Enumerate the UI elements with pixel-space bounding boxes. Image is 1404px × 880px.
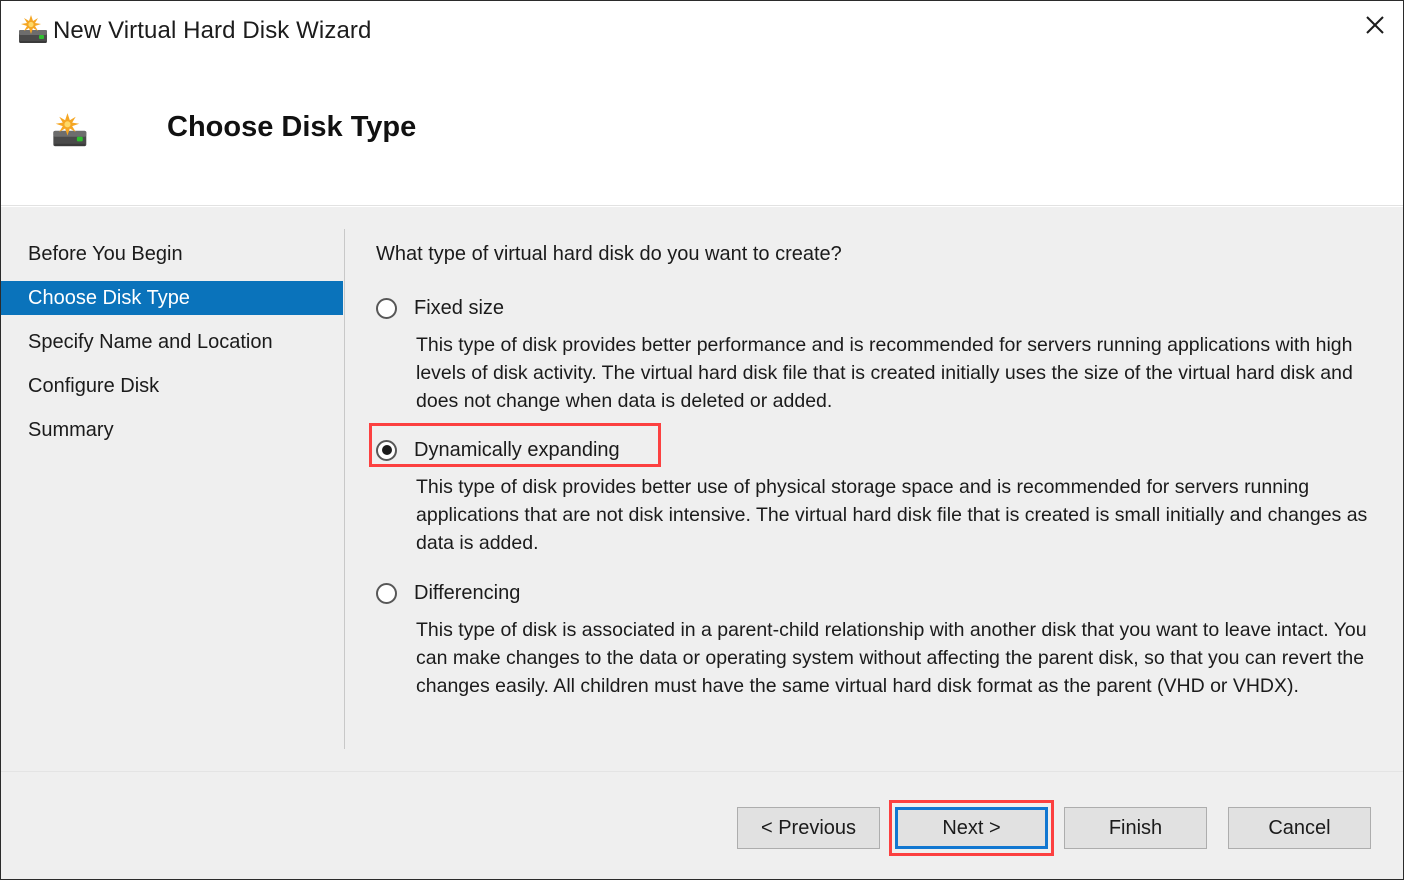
sidebar-item-summary[interactable]: Summary	[1, 413, 343, 447]
content-question: What type of virtual hard disk do you wa…	[376, 243, 842, 265]
window-title: New Virtual Hard Disk Wizard	[53, 17, 372, 44]
title-bar: New Virtual Hard Disk Wizard	[1, 1, 1403, 63]
wizard-header: Choose Disk Type	[1, 63, 1403, 206]
option-dynamically-expanding[interactable]: Dynamically expanding This type of disk …	[376, 435, 1368, 557]
finish-button[interactable]: Finish	[1064, 807, 1207, 849]
sidebar-item-label: Specify Name and Location	[28, 330, 273, 353]
sidebar-item-choose-disk-type[interactable]: Choose Disk Type	[1, 281, 343, 315]
option-label: Fixed size	[414, 296, 505, 319]
option-fixed-size[interactable]: Fixed size This type of disk provides be…	[376, 293, 1368, 415]
wizard-steps-sidebar: Before You Begin Choose Disk Type Specif…	[1, 207, 344, 771]
option-label: Differencing	[414, 581, 521, 604]
close-icon[interactable]	[1347, 1, 1403, 49]
option-row[interactable]: Differencing	[376, 578, 1368, 608]
sidebar-item-configure-disk[interactable]: Configure Disk	[1, 369, 343, 403]
sidebar-item-label: Before You Begin	[28, 242, 183, 265]
previous-button[interactable]: < Previous	[737, 807, 880, 849]
option-differencing[interactable]: Differencing This type of disk is associ…	[376, 578, 1368, 700]
sidebar-item-label: Choose Disk Type	[28, 286, 190, 309]
sidebar-divider	[344, 229, 345, 749]
sidebar-item-specify-name-and-location[interactable]: Specify Name and Location	[1, 325, 343, 359]
option-description: This type of disk provides better use of…	[416, 476, 1368, 554]
virtual-hard-disk-icon	[17, 15, 51, 47]
radio-dynamically-expanding[interactable]	[376, 439, 397, 461]
sidebar-item-label: Summary	[28, 418, 114, 441]
page-title: Choose Disk Type	[167, 111, 417, 143]
option-description: This type of disk provides better perfor…	[416, 334, 1353, 412]
sidebar-item-before-you-begin[interactable]: Before You Begin	[1, 237, 343, 271]
next-button[interactable]: Next >	[895, 807, 1048, 849]
option-description: This type of disk is associated in a par…	[416, 619, 1367, 697]
wizard-body: Before You Begin Choose Disk Type Specif…	[1, 207, 1403, 771]
cancel-button[interactable]: Cancel	[1228, 807, 1371, 849]
wizard-window: New Virtual Hard Disk Wizard Choose Disk…	[0, 0, 1404, 880]
virtual-hard-disk-icon	[51, 113, 91, 151]
option-label: Dynamically expanding	[414, 438, 620, 461]
radio-fixed-size[interactable]	[376, 297, 397, 319]
radio-differencing[interactable]	[376, 582, 397, 604]
option-row[interactable]: Dynamically expanding	[376, 435, 1368, 465]
sidebar-item-label: Configure Disk	[28, 374, 160, 397]
option-row[interactable]: Fixed size	[376, 293, 1368, 323]
wizard-footer: < Previous Next > Finish Cancel	[1, 771, 1403, 879]
